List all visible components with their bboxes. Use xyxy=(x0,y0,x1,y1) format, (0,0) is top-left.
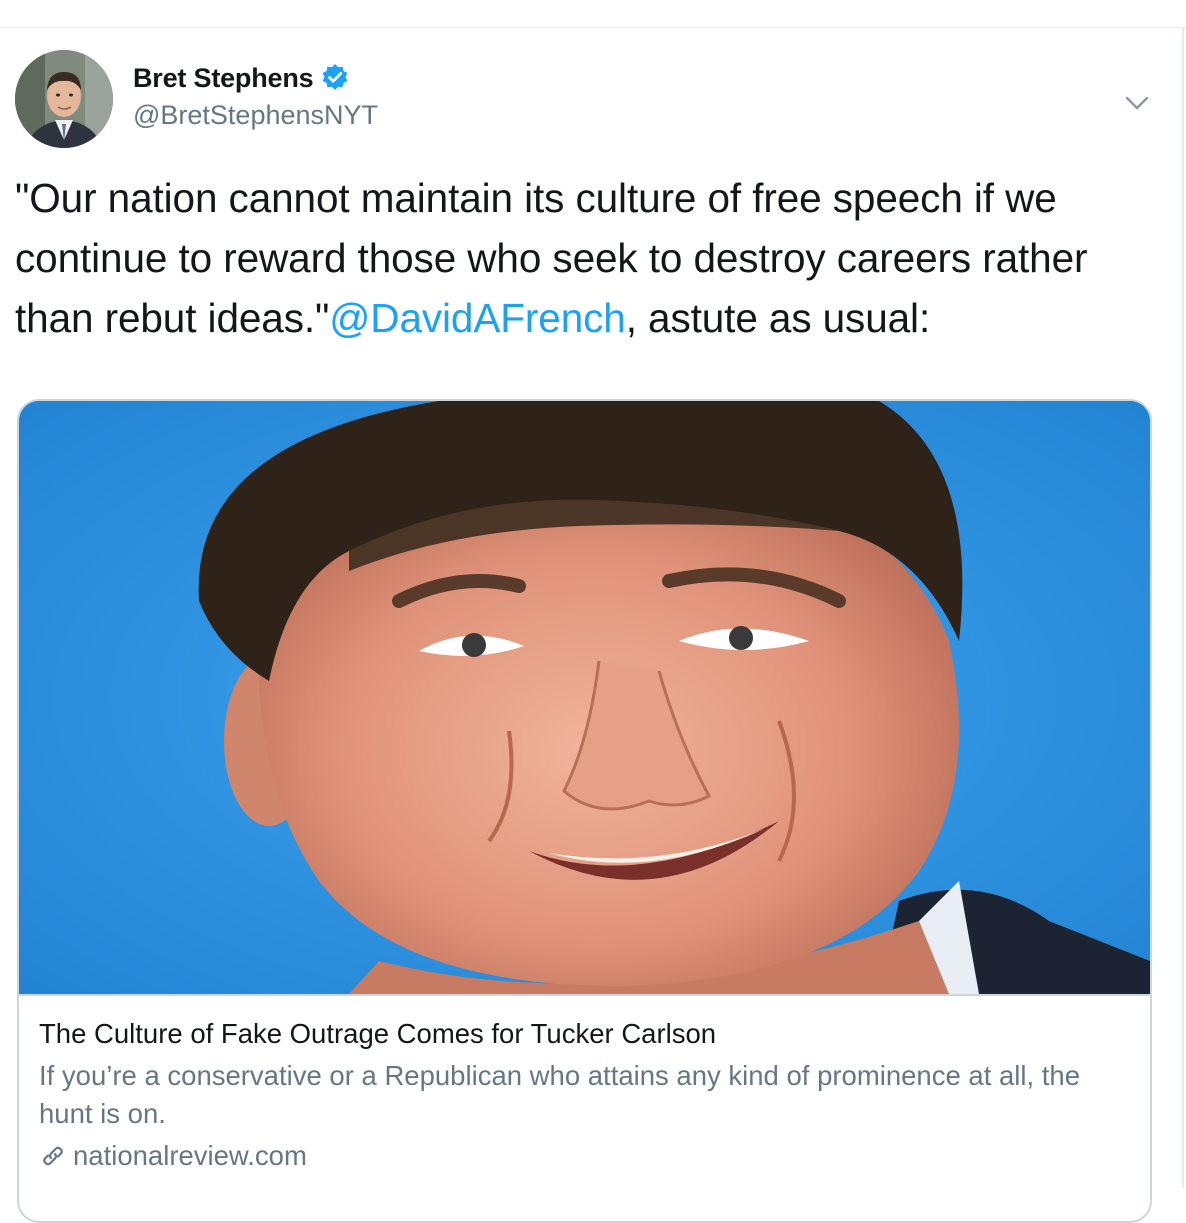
tweet-text-tail: , astute as usual: xyxy=(625,295,931,341)
author-name-row[interactable]: Bret Stephens xyxy=(133,58,351,98)
tweet[interactable]: Bret Stephens @BretStephensNYT "Our nati… xyxy=(0,28,1184,1223)
avatar[interactable] xyxy=(15,50,113,148)
card-title[interactable]: The Culture of Fake Outrage Comes for Tu… xyxy=(39,1015,1129,1053)
mention-link[interactable]: @DavidAFrench xyxy=(329,295,626,341)
card-domain: nationalreview.com xyxy=(73,1140,307,1171)
chevron-down-icon[interactable] xyxy=(1122,88,1152,118)
link-icon xyxy=(39,1142,67,1170)
card-image[interactable] xyxy=(19,401,1150,996)
card-body[interactable]: The Culture of Fake Outrage Comes for Tu… xyxy=(39,1015,1129,1175)
author-handle[interactable]: @BretStephensNYT xyxy=(133,100,378,131)
card-domain-row[interactable]: nationalreview.com xyxy=(39,1137,1129,1175)
author-name[interactable]: Bret Stephens xyxy=(133,63,314,94)
link-card[interactable]: The Culture of Fake Outrage Comes for Tu… xyxy=(17,399,1152,1223)
tweet-text: "Our nation cannot maintain its culture … xyxy=(15,168,1165,348)
card-description: If you’re a conservative or a Republican… xyxy=(39,1060,1080,1129)
verified-badge-icon xyxy=(319,62,351,94)
